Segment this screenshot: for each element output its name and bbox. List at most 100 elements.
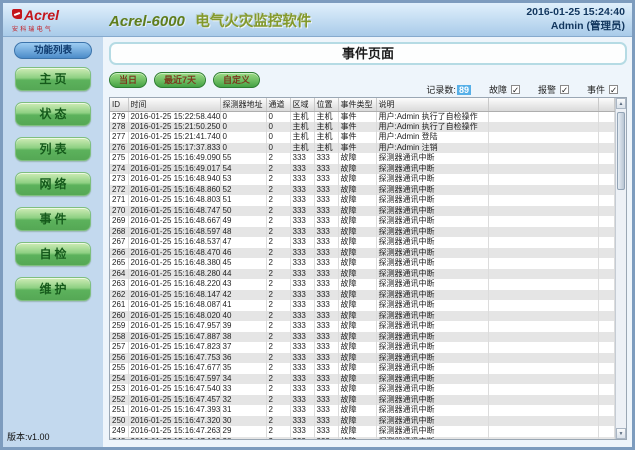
sidebar-item-status[interactable]: 状态 bbox=[15, 102, 91, 126]
app-title-en: Acrel-6000 bbox=[109, 13, 185, 30]
table-cell bbox=[598, 122, 615, 133]
app-window: Acrel 安科瑞电气 Acrel-6000 电气火灾监控软件 2016-01-… bbox=[0, 0, 635, 450]
table-row[interactable]: 2592016-01-25 15:16:47.957392333333故障探测器… bbox=[110, 321, 615, 332]
records-bar: 记录数: 89 故障✓报警✓事件✓ bbox=[426, 83, 618, 96]
vertical-scrollbar[interactable]: ▲ ▼ bbox=[615, 98, 626, 439]
table-row[interactable]: 2632016-01-25 15:16:48.220432333333故障探测器… bbox=[110, 279, 615, 290]
table-cell: 2016-01-25 15:21:41.740 bbox=[128, 132, 220, 143]
table-row[interactable]: 2502016-01-25 15:16:47.320302333333故障探测器… bbox=[110, 416, 615, 427]
table-cell: 故障 bbox=[338, 384, 376, 395]
table-row[interactable]: 2482016-01-25 15:16:47.190282333333故障探测器… bbox=[110, 437, 615, 441]
table-cell: 探测器通讯中断 bbox=[376, 153, 488, 164]
table-row[interactable]: 2752016-01-25 15:16:49.090552333333故障探测器… bbox=[110, 153, 615, 164]
table-cell: 故障 bbox=[338, 363, 376, 374]
table-cell: 探测器通讯中断 bbox=[376, 395, 488, 406]
table-row[interactable]: 2572016-01-25 15:16:47.823372333333故障探测器… bbox=[110, 342, 615, 353]
brand-text: Acrel bbox=[24, 7, 59, 23]
table-cell bbox=[598, 311, 615, 322]
table-cell: 333 bbox=[290, 195, 314, 206]
alarm-checkbox[interactable]: ✓ bbox=[560, 85, 569, 94]
function-list-header: 功能列表 bbox=[14, 42, 92, 59]
table-row[interactable]: 2722016-01-25 15:16:48.860522333333故障探测器… bbox=[110, 185, 615, 196]
table-cell bbox=[488, 426, 598, 437]
table-row[interactable]: 2732016-01-25 15:16:48.940532333333故障探测器… bbox=[110, 174, 615, 185]
fault-checkbox[interactable]: ✓ bbox=[511, 85, 520, 94]
table-cell: 探测器通讯中断 bbox=[376, 332, 488, 343]
table-row[interactable]: 2522016-01-25 15:16:47.457322333333故障探测器… bbox=[110, 395, 615, 406]
filter-fault: 故障✓ bbox=[489, 83, 520, 96]
table-row[interactable]: 2742016-01-25 15:16:49.017542333333故障探测器… bbox=[110, 164, 615, 175]
table-cell: 0 bbox=[266, 132, 290, 143]
scroll-down-icon[interactable]: ▼ bbox=[616, 428, 626, 439]
sidebar-item-maintain[interactable]: 维护 bbox=[15, 277, 91, 301]
table-cell: 333 bbox=[290, 321, 314, 332]
table-row[interactable]: 2602016-01-25 15:16:48.020402333333故障探测器… bbox=[110, 311, 615, 322]
app-title-zh: 电气火灾监控软件 bbox=[195, 14, 311, 30]
table-cell: 探测器通讯中断 bbox=[376, 269, 488, 280]
table-cell: 故障 bbox=[338, 258, 376, 269]
scroll-up-icon[interactable]: ▲ bbox=[616, 98, 626, 109]
column-header: 位置 bbox=[314, 98, 338, 111]
table-cell: 2 bbox=[266, 174, 290, 185]
sidebar-item-event[interactable]: 事件 bbox=[15, 207, 91, 231]
table-cell: 333 bbox=[314, 332, 338, 343]
sidebar-item-home[interactable]: 主页 bbox=[15, 67, 91, 91]
table-cell bbox=[598, 426, 615, 437]
table-row[interactable]: 2792016-01-25 15:22:58.44000主机主机事件用户:Adm… bbox=[110, 111, 615, 122]
table-cell bbox=[598, 164, 615, 175]
table-row[interactable]: 2612016-01-25 15:16:48.087412333333故障探测器… bbox=[110, 300, 615, 311]
sidebar-item-selfcheck[interactable]: 自检 bbox=[15, 242, 91, 266]
table-cell: 31 bbox=[220, 405, 266, 416]
events-table-container: ID时间探测器地址通道区域位置事件类型说明 2792016-01-25 15:2… bbox=[109, 97, 627, 440]
column-header: 说明 bbox=[376, 98, 488, 111]
filter-alarm: 报警✓ bbox=[538, 83, 569, 96]
table-cell: 53 bbox=[220, 174, 266, 185]
table-row[interactable]: 2652016-01-25 15:16:48.380452333333故障探测器… bbox=[110, 258, 615, 269]
table-cell: 273 bbox=[110, 174, 128, 185]
table-cell: 333 bbox=[314, 363, 338, 374]
table-row[interactable]: 2672016-01-25 15:16:48.537472333333故障探测器… bbox=[110, 237, 615, 248]
table-row[interactable]: 2762016-01-25 15:17:37.83300主机主机事件用户:Adm… bbox=[110, 143, 615, 154]
table-row[interactable]: 2512016-01-25 15:16:47.393312333333故障探测器… bbox=[110, 405, 615, 416]
sidebar-item-list[interactable]: 列表 bbox=[15, 137, 91, 161]
table-cell: 45 bbox=[220, 258, 266, 269]
table-row[interactable]: 2682016-01-25 15:16:48.597482333333故障探测器… bbox=[110, 227, 615, 238]
table-cell bbox=[598, 290, 615, 301]
table-row[interactable]: 2702016-01-25 15:16:48.747502333333故障探测器… bbox=[110, 206, 615, 217]
table-row[interactable]: 2782016-01-25 15:21:50.25000主机主机事件用户:Adm… bbox=[110, 122, 615, 133]
table-cell: 故障 bbox=[338, 290, 376, 301]
custom-button[interactable]: 自定义 bbox=[213, 72, 260, 88]
event-checkbox[interactable]: ✓ bbox=[609, 85, 618, 94]
table-row[interactable]: 2622016-01-25 15:16:48.147422333333故障探测器… bbox=[110, 290, 615, 301]
table-row[interactable]: 2642016-01-25 15:16:48.280442333333故障探测器… bbox=[110, 269, 615, 280]
table-row[interactable]: 2492016-01-25 15:16:47.263292333333故障探测器… bbox=[110, 426, 615, 437]
table-cell: 事件 bbox=[338, 111, 376, 122]
table-cell bbox=[488, 384, 598, 395]
table-cell: 主机 bbox=[314, 143, 338, 154]
table-row[interactable]: 2552016-01-25 15:16:47.677352333333故障探测器… bbox=[110, 363, 615, 374]
table-row[interactable]: 2582016-01-25 15:16:47.887382333333故障探测器… bbox=[110, 332, 615, 343]
last7days-button[interactable]: 最近7天 bbox=[154, 72, 206, 88]
table-cell: 2016-01-25 15:16:48.470 bbox=[128, 248, 220, 259]
table-row[interactable]: 2532016-01-25 15:16:47.540332333333故障探测器… bbox=[110, 384, 615, 395]
scrollbar-thumb[interactable] bbox=[617, 112, 625, 190]
table-row[interactable]: 2662016-01-25 15:16:48.470462333333故障探测器… bbox=[110, 248, 615, 259]
table-cell: 333 bbox=[314, 290, 338, 301]
table-row[interactable]: 2562016-01-25 15:16:47.753362333333故障探测器… bbox=[110, 353, 615, 364]
table-cell: 故障 bbox=[338, 195, 376, 206]
table-row[interactable]: 2542016-01-25 15:16:47.597342333333故障探测器… bbox=[110, 374, 615, 385]
table-cell: 263 bbox=[110, 279, 128, 290]
table-row[interactable]: 2772016-01-25 15:21:41.74000主机主机事件用户:Adm… bbox=[110, 132, 615, 143]
table-cell: 故障 bbox=[338, 227, 376, 238]
today-button[interactable]: 当日 bbox=[109, 72, 147, 88]
sidebar-item-network[interactable]: 网络 bbox=[15, 172, 91, 196]
table-cell: 探测器通讯中断 bbox=[376, 300, 488, 311]
table-cell bbox=[488, 405, 598, 416]
table-row[interactable]: 2712016-01-25 15:16:48.803512333333故障探测器… bbox=[110, 195, 615, 206]
table-cell: 故障 bbox=[338, 174, 376, 185]
datetime-text: 2016-01-25 15:24:40 bbox=[526, 6, 625, 20]
table-cell bbox=[598, 195, 615, 206]
table-cell: 333 bbox=[314, 311, 338, 322]
table-cell: 36 bbox=[220, 353, 266, 364]
table-row[interactable]: 2692016-01-25 15:16:48.667492333333故障探测器… bbox=[110, 216, 615, 227]
